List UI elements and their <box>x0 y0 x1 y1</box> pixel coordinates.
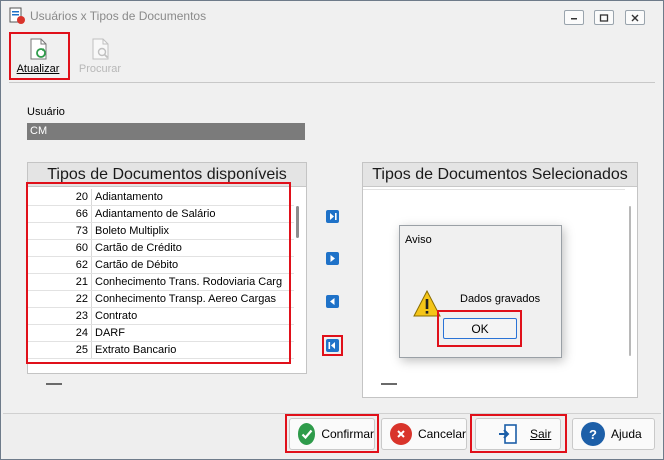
maximize-icon <box>599 13 609 22</box>
highlight-remove-all <box>322 335 343 356</box>
toolbar-divider <box>9 82 655 83</box>
search-label: Procurar <box>78 63 122 75</box>
search-document-icon <box>92 38 109 60</box>
cancel-button[interactable]: Cancelar <box>381 418 467 450</box>
highlight-confirm <box>285 414 379 453</box>
app-icon <box>9 7 25 24</box>
dialog-message: Dados gravados <box>460 293 541 305</box>
dialog-title: Aviso <box>405 234 432 246</box>
remove-button[interactable] <box>326 295 339 308</box>
close-icon <box>631 14 639 21</box>
highlight-refresh <box>9 32 70 80</box>
close-button[interactable] <box>625 10 645 25</box>
add-button[interactable] <box>326 252 339 265</box>
minimize-icon <box>571 17 577 19</box>
maximize-button[interactable] <box>594 10 614 25</box>
move-left-icon <box>330 298 335 305</box>
help-label: Ajuda <box>611 427 642 441</box>
main-window: Usuários x Tipos de Documentos Atualizar… <box>0 0 664 460</box>
help-question-icon: ? <box>581 422 605 446</box>
highlight-available-list <box>26 182 291 364</box>
add-all-button[interactable] <box>326 210 339 223</box>
move-all-right-icon <box>330 213 337 220</box>
selected-scrollbar[interactable] <box>629 206 631 356</box>
available-scrollbar[interactable] <box>296 206 299 238</box>
user-field[interactable]: CM <box>27 123 305 140</box>
highlight-exit <box>470 414 567 453</box>
cancel-x-icon <box>390 423 412 445</box>
help-button[interactable]: ? Ajuda <box>572 418 655 450</box>
cancel-label: Cancelar <box>417 427 466 441</box>
highlight-ok <box>437 310 522 347</box>
selected-footer-dash <box>381 383 397 385</box>
move-right-icon <box>330 255 335 262</box>
minimize-button[interactable] <box>564 10 584 25</box>
window-title: Usuários x Tipos de Documentos <box>30 9 207 23</box>
available-footer-dash <box>46 383 62 385</box>
search-button[interactable]: Procurar <box>71 35 129 79</box>
user-label: Usuário <box>27 106 65 118</box>
selected-header: Tipos de Documentos Selecionados <box>363 163 637 187</box>
